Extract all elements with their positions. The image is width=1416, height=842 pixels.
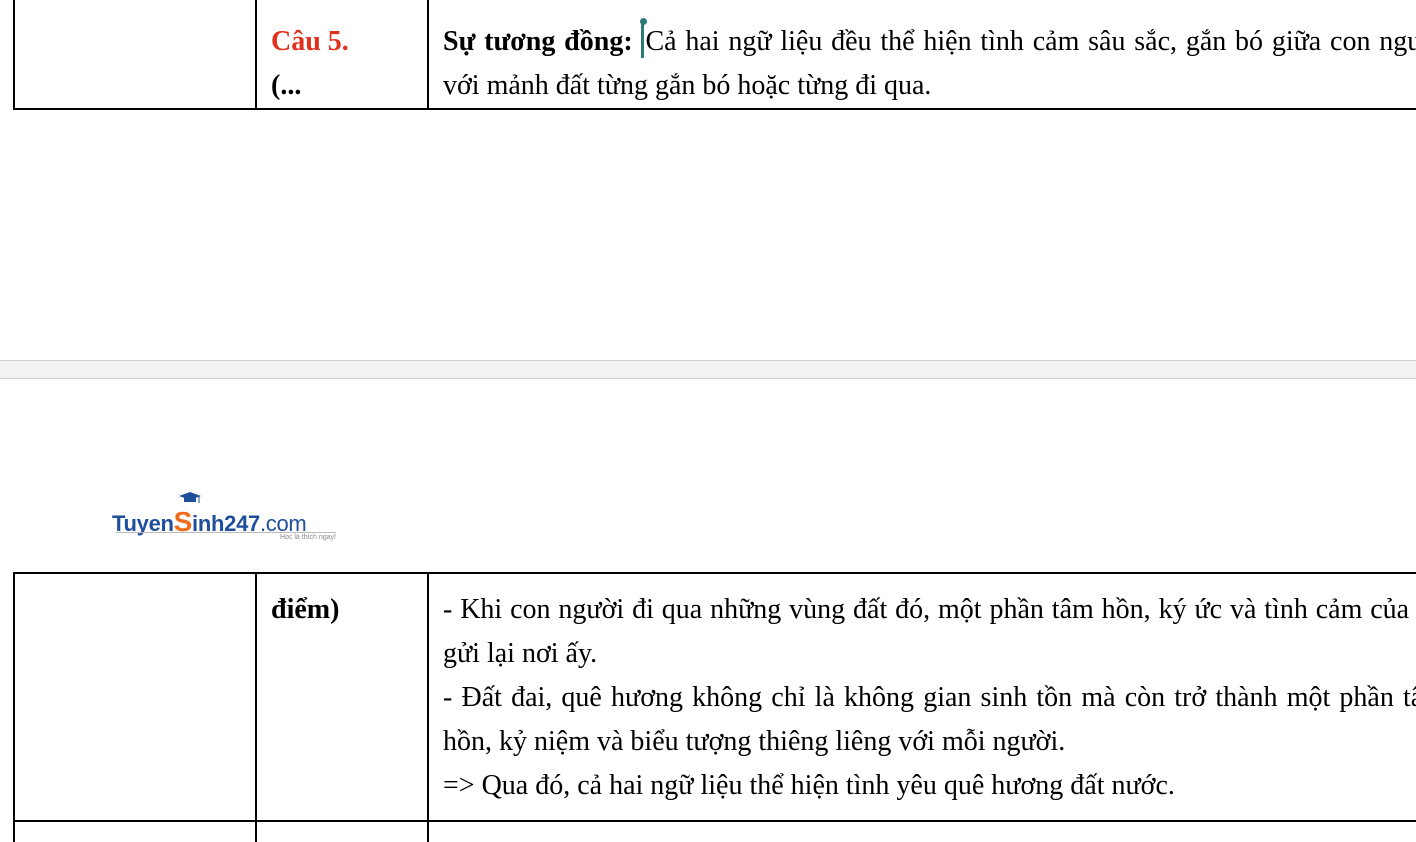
similarity-heading: Sự tương đồng:: [443, 26, 633, 57]
graduation-cap-icon: [179, 492, 201, 503]
empty-cell: [427, 820, 1416, 842]
answer-table-top: Câu 5. (... Sự tương đồng: Cả hai ngữ li…: [13, 0, 1416, 110]
tuyensinh247-logo: TuyenSinh247.com Học là thích ngay!: [112, 492, 352, 542]
answer-line-1: - Khi con người đi qua những vùng đất đó…: [443, 594, 1416, 669]
answer-content-cell[interactable]: - Khi con người đi qua những vùng đất đó…: [427, 572, 1416, 822]
page-1-bottom: Câu 5. (... Sự tương đồng: Cả hai ngữ li…: [0, 0, 1416, 361]
question-points-start: (...: [271, 70, 302, 101]
table-row: Câu 5. (... Sự tương đồng: Cả hai ngữ li…: [13, 0, 1416, 110]
answer-line-3: => Qua đó, cả hai ngữ liệu thể hiện tình…: [443, 770, 1175, 801]
question-number: Câu 5.: [271, 26, 349, 57]
empty-cell: [13, 820, 257, 842]
answer-line-2: - Đất đai, quê hương không chỉ là không …: [443, 682, 1416, 757]
question-label-cell: điểm): [255, 572, 429, 822]
question-label-cell: Câu 5. (...: [255, 0, 429, 110]
empty-cell: [13, 0, 257, 110]
answer-content-cell[interactable]: Sự tương đồng: Cả hai ngữ liệu đều thể h…: [427, 0, 1416, 110]
question-points-end: điểm): [271, 594, 340, 625]
page-separator: [0, 360, 1416, 379]
answer-table-bottom: điểm) - Khi con người đi qua những vùng …: [13, 572, 1416, 842]
logo-tagline: Học là thích ngay!: [116, 532, 336, 542]
text-cursor-icon: [640, 18, 648, 58]
table-row: [13, 820, 1416, 842]
empty-cell: [255, 820, 429, 842]
table-row: điểm) - Khi con người đi qua những vùng …: [13, 572, 1416, 822]
empty-cell: [13, 572, 257, 822]
